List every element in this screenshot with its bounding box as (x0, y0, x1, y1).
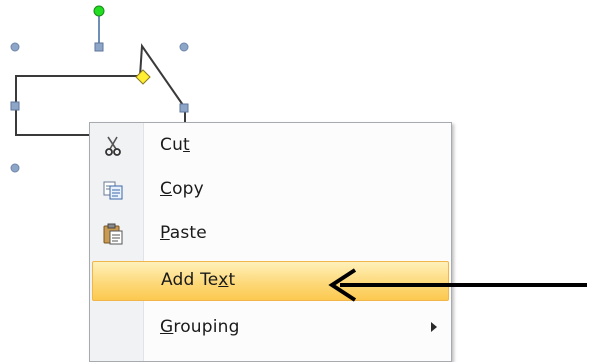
annotation-arrow (328, 268, 587, 302)
